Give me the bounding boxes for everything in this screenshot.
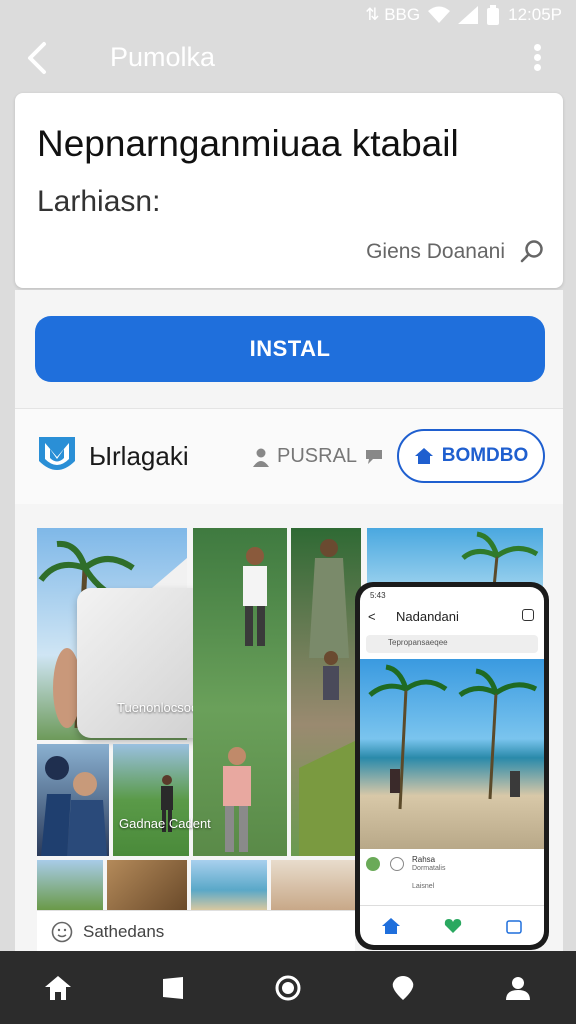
signal-icon [458,6,479,24]
phone-screen: 5:43 < Nadandani Tepropansaeqee Rahsa Do… [360,587,544,945]
bookmark-icon [162,976,183,999]
park-illustration [161,775,173,832]
app-bar: Pumolka [0,30,576,86]
person-icon [253,448,269,467]
phone-back-icon: < [368,609,376,624]
screenshot-caption: Tuenonlocsook [117,700,205,715]
phone-beach-image [360,659,544,849]
phone-subtitle: Tepropansaeqee [388,638,448,647]
phone-menu-icon [522,609,534,621]
profile-icon [506,976,531,1000]
circle-icon [275,975,301,1000]
more-bar-label: Sathedans [83,921,165,941]
app-title: Pumolka [110,42,216,72]
more-options-icon[interactable] [534,44,542,74]
phone-clock: 5:43 [370,591,386,600]
screenshot-tile[interactable] [107,860,187,910]
phone-bag-icon [506,919,522,934]
screenshot-tile[interactable] [193,528,287,856]
search-label: Giens Doanani [366,240,505,263]
developer-name[interactable]: Ыrlagaki [89,441,189,472]
follow-button[interactable]: BOMDBO [397,429,545,483]
install-button[interactable]: INSTAL [35,316,545,382]
nav-location[interactable] [373,958,433,1018]
user-label-text: PUSRAL [277,445,358,467]
brand-logo-icon [39,437,75,470]
screenshot-gallery[interactable]: Tuenonlocsook Gadnae Cadent 5:43 < Nadan… [37,528,549,950]
screenshot-tile[interactable] [37,744,109,856]
phone-heart-icon [444,918,462,933]
network-indicator: ⇅ BBG [365,5,421,24]
phone-title: Nadandani [396,609,459,624]
person-illustration [299,539,361,856]
chat-bubble-icon [366,449,383,464]
home-icon [44,975,71,1000]
header-card: Nepnarnganmiuaa ktabail Larhiasn: Giens … [15,93,563,288]
phone-bottom-nav [360,905,544,945]
screenshot-tile[interactable] [37,860,103,910]
phone-row-sub: Dormatalis [412,865,446,872]
nav-center[interactable] [258,958,318,1018]
back-arrow-icon[interactable] [22,40,52,76]
wifi-icon [428,6,451,23]
nav-bookmark[interactable] [143,958,203,1018]
status-bar: ⇅ BBG 12:05P [0,0,576,30]
battery-icon [487,5,500,25]
screenshot-tile[interactable] [113,744,189,856]
person-illustration [223,547,267,852]
smiley-icon [51,921,73,942]
nav-home[interactable] [28,958,88,1018]
phone-home-icon [382,917,400,934]
status-indicators: ⇅ BBG 12:05P [365,5,562,25]
search-link[interactable]: Giens Doanani [366,239,545,265]
more-bar[interactable]: Sathedans [37,910,355,952]
phone-mockup[interactable]: 5:43 < Nadandani Tepropansaeqee Rahsa Do… [355,582,549,950]
bottom-nav [0,951,576,1024]
developer-row: Ыrlagaki PUSRAL BOMDBO [15,408,563,504]
phone-row-label: Rahsa [412,855,436,864]
screenshot-tile[interactable] [291,528,361,856]
phone-row-more: Laisnel [412,883,435,890]
search-icon [520,240,543,263]
clock: 12:05P [508,5,562,24]
page-subtitle: Larhiasn: [37,185,161,218]
screenshot-tile[interactable] [191,860,267,910]
house-icon [414,448,433,464]
screenshot-caption: Gadnae Cadent [119,816,211,831]
follow-button-label: BOMDBO [441,445,529,466]
user-label: PUSRAL [251,445,385,468]
location-icon [392,975,414,1000]
app-detail-panel: INSTAL Ыrlagaki PUSRAL BOMDBO Tuenonlocs… [15,290,563,1020]
page-title: Nepnarnganmiuaa ktabail [37,123,459,164]
nav-profile[interactable] [488,958,548,1018]
people-illustration [41,756,107,856]
